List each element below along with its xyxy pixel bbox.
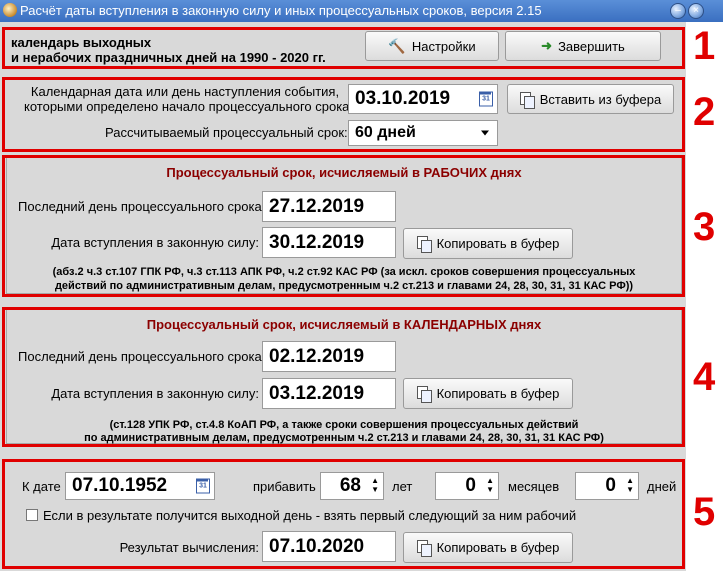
calendar-last-day-field: 02.12.2019 (262, 341, 396, 372)
start-date-input[interactable]: 07.10.1952 31 (65, 472, 215, 500)
date-label: К дате (22, 479, 61, 494)
calendar-copy-label: Копировать в буфер (436, 386, 560, 401)
working-days-title: Процессуальный срок, исчисляемый в РАБОЧ… (166, 165, 522, 180)
settings-label: Настройки (411, 38, 476, 54)
days-value: 0 (605, 475, 616, 496)
app-icon (3, 3, 17, 17)
start-date-value: 07.10.1952 (72, 475, 168, 496)
marker-4: 4 (693, 355, 716, 399)
copy-icon (416, 236, 432, 253)
years-stepper[interactable]: 68 ▲ ▼ (320, 472, 384, 500)
result-copy-label: Копировать в буфер (436, 540, 560, 555)
months-stepper[interactable]: 0 ▲ ▼ (435, 472, 499, 500)
window-title: Расчёт даты вступления в законную силу и… (20, 3, 542, 18)
calendar-info-line1: календарь выходных (11, 35, 152, 50)
stepper-arrows-icon[interactable]: ▲ ▼ (371, 476, 379, 494)
marker-3: 3 (693, 205, 716, 249)
calendar-effective-value: 03.12.2019 (269, 382, 365, 404)
months-value: 0 (465, 475, 476, 496)
result-label: Результат вычисления: (119, 540, 259, 555)
event-date-value: 03.10.2019 (355, 88, 451, 109)
calendar-copy-button[interactable]: Копировать в буфер (403, 378, 573, 409)
days-stepper[interactable]: 0 ▲ ▼ (575, 472, 639, 500)
clipboard-icon (519, 91, 535, 109)
result-value: 07.10.2020 (269, 535, 365, 557)
event-date-label-line2: которыми определено начало процессуально… (24, 99, 354, 114)
stepper-arrows-icon[interactable]: ▲ ▼ (486, 476, 494, 494)
exit-door-icon: ➜ (541, 38, 553, 53)
working-note-line2: действий по административным делам, пред… (54, 280, 634, 292)
working-effective-value: 30.12.2019 (269, 231, 365, 253)
calendar-last-day-label: Последний день процессуального срока: (18, 349, 266, 364)
add-label: прибавить (253, 479, 316, 494)
marker-2: 2 (693, 90, 716, 134)
copy-icon (416, 386, 432, 403)
settings-button[interactable]: 🔨 Настройки (365, 31, 499, 61)
working-last-day-field: 27.12.2019 (262, 191, 396, 222)
result-copy-button[interactable]: Копировать в буфер (403, 532, 573, 563)
calendar-note-line2: по административным делам, предусмотренн… (84, 432, 604, 444)
calendar-last-day-value: 02.12.2019 (269, 345, 365, 367)
days-label: дней (647, 479, 677, 494)
calendar-days-title: Процессуальный срок, исчисляемый в КАЛЕН… (146, 317, 542, 332)
months-label: месяцев (508, 479, 560, 494)
calendar-info-line2: и нерабочих праздничных дней на 1990 - 2… (11, 50, 326, 65)
minimize-button[interactable]: – (670, 3, 686, 19)
exit-button[interactable]: ➜ Завершить (505, 31, 661, 61)
years-label: лет (392, 479, 413, 494)
working-effective-field: 30.12.2019 (262, 227, 396, 258)
chevron-down-icon (481, 130, 489, 136)
title-bar[interactable]: Расчёт даты вступления в законную силу и… (0, 0, 723, 22)
stepper-arrows-icon[interactable]: ▲ ▼ (626, 476, 634, 494)
term-label: Рассчитываемый процессуальный срок: (105, 125, 348, 140)
working-effective-label: Дата вступления в законную силу: (51, 235, 259, 250)
calendar-icon[interactable]: 31 (196, 478, 210, 494)
paste-label: Вставить из буфера (539, 91, 662, 107)
working-copy-label: Копировать в буфер (436, 236, 560, 251)
close-button[interactable]: × (688, 3, 704, 19)
hammer-icon: 🔨 (388, 37, 406, 54)
weekend-checkbox-label[interactable]: Если в результате получится выходной ден… (43, 508, 576, 523)
calendar-note-line1: (ст.128 УПК РФ, ст.4.8 КоАП РФ, а также … (109, 419, 579, 431)
working-last-day-value: 27.12.2019 (269, 195, 365, 217)
event-date-label-line1: Календарная дата или день наступления со… (30, 84, 340, 99)
weekend-checkbox[interactable] (26, 509, 38, 521)
working-note-line1: (абз.2 ч.3 ст.107 ГПК РФ, ч.3 ст.113 АПК… (52, 266, 636, 278)
copy-icon (416, 540, 432, 557)
working-copy-button[interactable]: Копировать в буфер (403, 228, 573, 259)
calendar-icon[interactable]: 31 (479, 91, 493, 107)
years-value: 68 (339, 475, 361, 496)
calendar-effective-field: 03.12.2019 (262, 378, 396, 409)
event-date-input[interactable]: 03.10.2019 31 (348, 84, 498, 114)
term-value: 60 дней (355, 124, 416, 141)
marker-1: 1 (693, 24, 716, 68)
result-field: 07.10.2020 (262, 531, 396, 562)
paste-from-buffer-button[interactable]: Вставить из буфера (507, 84, 674, 114)
working-last-day-label: Последний день процессуального срока: (18, 199, 266, 214)
exit-label: Завершить (558, 38, 625, 54)
term-select[interactable]: 60 дней (348, 120, 498, 146)
calendar-effective-label: Дата вступления в законную силу: (51, 386, 259, 401)
marker-5: 5 (693, 490, 716, 534)
